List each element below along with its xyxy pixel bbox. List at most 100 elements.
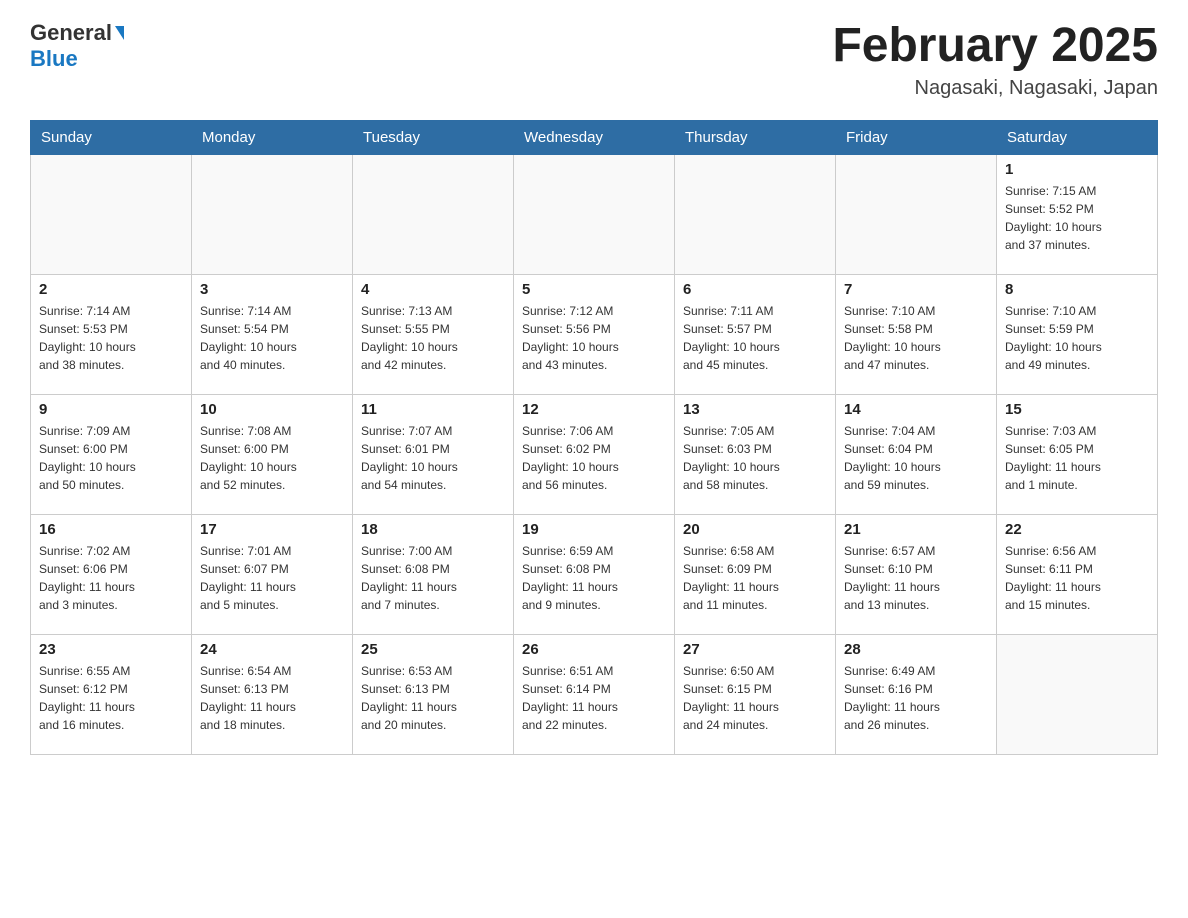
logo-triangle-icon bbox=[115, 26, 124, 40]
day-info: Sunrise: 7:00 AM Sunset: 6:08 PM Dayligh… bbox=[361, 542, 505, 614]
day-number: 6 bbox=[683, 281, 827, 298]
day-number: 4 bbox=[361, 281, 505, 298]
day-number: 8 bbox=[1005, 281, 1149, 298]
day-number: 28 bbox=[844, 641, 988, 658]
calendar-cell: 12Sunrise: 7:06 AM Sunset: 6:02 PM Dayli… bbox=[514, 394, 675, 514]
weekday-header-monday: Monday bbox=[192, 120, 353, 154]
calendar-cell: 26 Sunrise: 6:51 AM Sunset: 6:14 PM Dayli… bbox=[514, 634, 675, 754]
day-number: 21 bbox=[844, 521, 988, 538]
calendar-cell: 11 Sunrise: 7:07 AM Sunset: 6:01 PM Dayli… bbox=[353, 394, 514, 514]
day-number: 14 bbox=[844, 401, 988, 418]
day-info: Sunrise: 7:10 AM Sunset: 5:58 PM Dayligh… bbox=[844, 302, 988, 374]
day-info: Sunrise: 7:10 AM Sunset: 5:59 PM Dayligh… bbox=[1005, 302, 1149, 374]
location-subtitle: Nagasaki, Nagasaki, Japan bbox=[832, 77, 1158, 100]
day-info: Sunrise: 7:13 AM Sunset: 5:55 PM Dayligh… bbox=[361, 302, 505, 374]
calendar-cell: 9 Sunrise: 7:09 AM Sunset: 6:00 PM Daylig… bbox=[31, 394, 192, 514]
day-info: Sunrise: 7:03 AM Sunset: 6:05 PM Dayligh… bbox=[1005, 422, 1149, 494]
weekday-header-wednesday: Wednesday bbox=[514, 120, 675, 154]
day-number: 18 bbox=[361, 521, 505, 538]
calendar-cell: 24 Sunrise: 6:54 AM Sunset: 6:13 PM Dayli… bbox=[192, 634, 353, 754]
day-info: Sunrise: 7:11 AM Sunset: 5:57 PM Dayligh… bbox=[683, 302, 827, 374]
calendar-cell: 2Sunrise: 7:14 AM Sunset: 5:53 PM Daylig… bbox=[31, 274, 192, 394]
day-number: 3 bbox=[200, 281, 344, 298]
calendar-cell: 16 Sunrise: 7:02 AM Sunset: 6:06 PM Dayli… bbox=[31, 514, 192, 634]
page-header: General Blue February 2025 Nagasaki, Nag… bbox=[30, 20, 1158, 100]
weekday-header-saturday: Saturday bbox=[997, 120, 1158, 154]
day-info: Sunrise: 7:09 AM Sunset: 6:00 PM Dayligh… bbox=[39, 422, 183, 494]
day-number: 20 bbox=[683, 521, 827, 538]
calendar-cell: 25 Sunrise: 6:53 AM Sunset: 6:13 PM Dayli… bbox=[353, 634, 514, 754]
day-info: Sunrise: 6:54 AM Sunset: 6:13 PM Dayligh… bbox=[200, 662, 344, 734]
logo-blue: Blue bbox=[30, 46, 78, 72]
calendar-cell: 22 Sunrise: 6:56 AM Sunset: 6:11 PM Dayli… bbox=[997, 514, 1158, 634]
day-info: Sunrise: 7:01 AM Sunset: 6:07 PM Dayligh… bbox=[200, 542, 344, 614]
day-number: 16 bbox=[39, 521, 183, 538]
day-number: 24 bbox=[200, 641, 344, 658]
calendar-cell: 4 Sunrise: 7:13 AM Sunset: 5:55 PM Daylig… bbox=[353, 274, 514, 394]
week-row-5: 23 Sunrise: 6:55 AM Sunset: 6:12 PM Dayli… bbox=[31, 634, 1158, 754]
day-info: Sunrise: 6:51 AM Sunset: 6:14 PM Dayligh… bbox=[522, 662, 666, 734]
day-number: 2 bbox=[39, 281, 183, 298]
day-number: 19 bbox=[522, 521, 666, 538]
day-info: Sunrise: 6:50 AM Sunset: 6:15 PM Dayligh… bbox=[683, 662, 827, 734]
day-info: Sunrise: 6:56 AM Sunset: 6:11 PM Dayligh… bbox=[1005, 542, 1149, 614]
calendar-cell bbox=[997, 634, 1158, 754]
day-info: Sunrise: 7:02 AM Sunset: 6:06 PM Dayligh… bbox=[39, 542, 183, 614]
day-number: 26 bbox=[522, 641, 666, 658]
day-info: Sunrise: 6:53 AM Sunset: 6:13 PM Dayligh… bbox=[361, 662, 505, 734]
calendar-cell: 10 Sunrise: 7:08 AM Sunset: 6:00 PM Dayli… bbox=[192, 394, 353, 514]
weekday-header-tuesday: Tuesday bbox=[353, 120, 514, 154]
day-info: Sunrise: 7:08 AM Sunset: 6:00 PM Dayligh… bbox=[200, 422, 344, 494]
calendar-cell: 20 Sunrise: 6:58 AM Sunset: 6:09 PM Dayli… bbox=[675, 514, 836, 634]
calendar-cell bbox=[675, 154, 836, 274]
calendar-cell bbox=[192, 154, 353, 274]
weekday-header-row: SundayMondayTuesdayWednesdayThursdayFrid… bbox=[31, 120, 1158, 154]
day-number: 27 bbox=[683, 641, 827, 658]
day-info: Sunrise: 7:06 AM Sunset: 6:02 PM Dayligh… bbox=[522, 422, 666, 494]
day-info: Sunrise: 6:57 AM Sunset: 6:10 PM Dayligh… bbox=[844, 542, 988, 614]
calendar-cell: 7 Sunrise: 7:10 AM Sunset: 5:58 PM Daylig… bbox=[836, 274, 997, 394]
day-number: 22 bbox=[1005, 521, 1149, 538]
day-info: Sunrise: 7:15 AM Sunset: 5:52 PM Dayligh… bbox=[1005, 182, 1149, 254]
calendar-cell: 17 Sunrise: 7:01 AM Sunset: 6:07 PM Dayli… bbox=[192, 514, 353, 634]
logo-general: General bbox=[30, 20, 112, 46]
week-row-4: 16 Sunrise: 7:02 AM Sunset: 6:06 PM Dayli… bbox=[31, 514, 1158, 634]
calendar-cell: 3 Sunrise: 7:14 AM Sunset: 5:54 PM Daylig… bbox=[192, 274, 353, 394]
day-number: 17 bbox=[200, 521, 344, 538]
weekday-header-thursday: Thursday bbox=[675, 120, 836, 154]
day-number: 9 bbox=[39, 401, 183, 418]
day-number: 5 bbox=[522, 281, 666, 298]
day-info: Sunrise: 7:05 AM Sunset: 6:03 PM Dayligh… bbox=[683, 422, 827, 494]
week-row-2: 2Sunrise: 7:14 AM Sunset: 5:53 PM Daylig… bbox=[31, 274, 1158, 394]
day-number: 11 bbox=[361, 401, 505, 418]
calendar-cell: 19 Sunrise: 6:59 AM Sunset: 6:08 PM Dayli… bbox=[514, 514, 675, 634]
calendar-cell: 6 Sunrise: 7:11 AM Sunset: 5:57 PM Daylig… bbox=[675, 274, 836, 394]
day-info: Sunrise: 7:14 AM Sunset: 5:54 PM Dayligh… bbox=[200, 302, 344, 374]
calendar-cell: 15 Sunrise: 7:03 AM Sunset: 6:05 PM Dayli… bbox=[997, 394, 1158, 514]
week-row-1: 1 Sunrise: 7:15 AM Sunset: 5:52 PM Daylig… bbox=[31, 154, 1158, 274]
week-row-3: 9 Sunrise: 7:09 AM Sunset: 6:00 PM Daylig… bbox=[31, 394, 1158, 514]
calendar-cell: 28Sunrise: 6:49 AM Sunset: 6:16 PM Dayli… bbox=[836, 634, 997, 754]
calendar-cell: 5 Sunrise: 7:12 AM Sunset: 5:56 PM Daylig… bbox=[514, 274, 675, 394]
weekday-header-sunday: Sunday bbox=[31, 120, 192, 154]
day-number: 13 bbox=[683, 401, 827, 418]
day-number: 7 bbox=[844, 281, 988, 298]
day-info: Sunrise: 7:07 AM Sunset: 6:01 PM Dayligh… bbox=[361, 422, 505, 494]
calendar-cell: 14Sunrise: 7:04 AM Sunset: 6:04 PM Dayli… bbox=[836, 394, 997, 514]
day-number: 15 bbox=[1005, 401, 1149, 418]
day-info: Sunrise: 6:55 AM Sunset: 6:12 PM Dayligh… bbox=[39, 662, 183, 734]
calendar-cell bbox=[836, 154, 997, 274]
main-title: February 2025 bbox=[832, 20, 1158, 73]
day-number: 23 bbox=[39, 641, 183, 658]
day-number: 25 bbox=[361, 641, 505, 658]
day-info: Sunrise: 6:59 AM Sunset: 6:08 PM Dayligh… bbox=[522, 542, 666, 614]
day-number: 10 bbox=[200, 401, 344, 418]
calendar-cell bbox=[353, 154, 514, 274]
title-area: February 2025 Nagasaki, Nagasaki, Japan bbox=[832, 20, 1158, 100]
calendar-cell bbox=[514, 154, 675, 274]
calendar-cell bbox=[31, 154, 192, 274]
calendar-cell: 8 Sunrise: 7:10 AM Sunset: 5:59 PM Daylig… bbox=[997, 274, 1158, 394]
day-info: Sunrise: 7:12 AM Sunset: 5:56 PM Dayligh… bbox=[522, 302, 666, 374]
day-number: 1 bbox=[1005, 161, 1149, 178]
day-info: Sunrise: 6:58 AM Sunset: 6:09 PM Dayligh… bbox=[683, 542, 827, 614]
